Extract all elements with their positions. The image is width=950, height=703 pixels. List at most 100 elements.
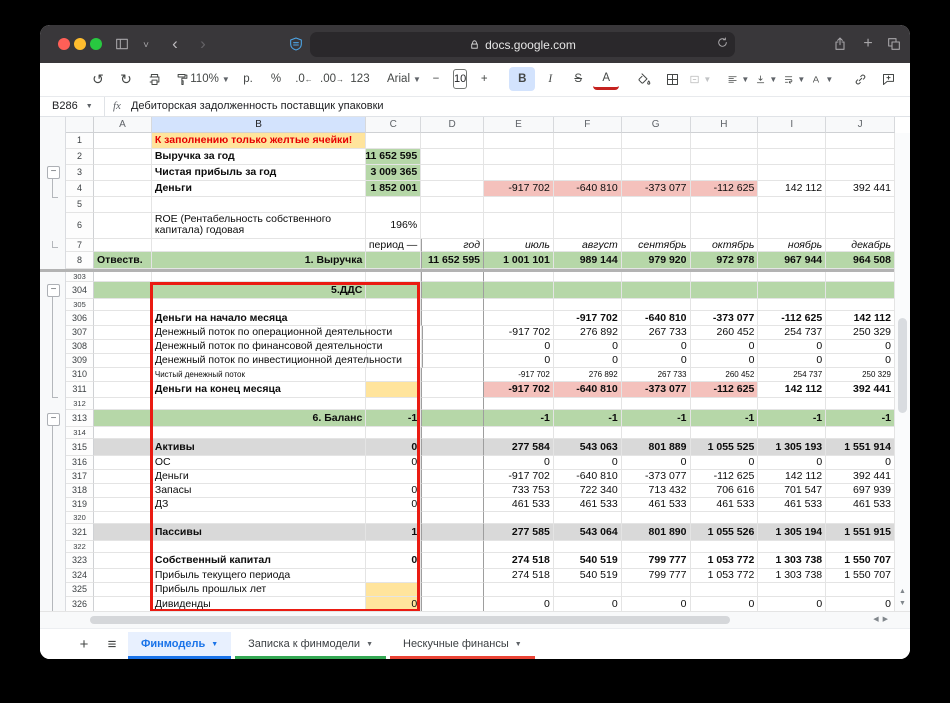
cell-E309[interactable]: 0 xyxy=(484,354,554,368)
row-header-310[interactable]: 310 xyxy=(66,368,94,382)
cell-I325[interactable] xyxy=(758,583,826,597)
cell-F324[interactable]: 540 519 xyxy=(554,569,622,583)
cell-A2[interactable] xyxy=(94,149,152,165)
cell-B321[interactable]: Пассивы xyxy=(152,524,366,541)
cell-G312[interactable] xyxy=(622,398,691,410)
cell-J7[interactable]: декабрь xyxy=(826,239,895,252)
column-header-F[interactable]: F xyxy=(554,117,622,133)
cell-C321[interactable]: 1 xyxy=(366,524,421,541)
cell-D316[interactable] xyxy=(421,456,484,470)
cell-H309[interactable]: 0 xyxy=(691,354,759,368)
cell-G323[interactable]: 799 777 xyxy=(622,553,691,569)
new-tab-icon[interactable]: + xyxy=(858,34,878,54)
cell-A6[interactable] xyxy=(94,213,152,239)
column-header-B[interactable]: B xyxy=(152,117,366,133)
cell-H313[interactable]: -1 xyxy=(691,410,759,427)
row-header-2[interactable]: 2 xyxy=(66,149,94,165)
cell-F307[interactable]: 276 892 xyxy=(554,326,622,340)
cell-F318[interactable]: 722 340 xyxy=(554,484,622,498)
cell-E306[interactable] xyxy=(484,311,554,326)
cell-B323[interactable]: Собственный капитал xyxy=(152,553,366,569)
cell-H3[interactable] xyxy=(691,165,759,181)
cell-H320[interactable] xyxy=(691,512,759,524)
cell-B303[interactable] xyxy=(152,272,366,282)
more-formats-button[interactable]: 123 xyxy=(347,67,373,91)
cell-H306[interactable]: -373 077 xyxy=(691,311,759,326)
row-header-324[interactable]: 324 xyxy=(66,569,94,583)
cell-J323[interactable]: 1 550 707 xyxy=(826,553,895,569)
row-header-303[interactable]: 303 xyxy=(66,272,94,282)
cell-I320[interactable] xyxy=(758,512,826,524)
row-header-7[interactable]: 7 xyxy=(66,239,94,252)
cell-F1[interactable] xyxy=(554,133,622,149)
cell-G322[interactable] xyxy=(622,541,691,553)
cell-H315[interactable]: 1 055 525 xyxy=(691,439,759,456)
cell-F3[interactable] xyxy=(554,165,622,181)
cell-E8[interactable]: 1 001 101 xyxy=(484,252,554,269)
horizontal-scrollbar-thumb[interactable] xyxy=(90,616,730,624)
cell-C323[interactable]: 0 xyxy=(366,553,421,569)
cell-G310[interactable]: 267 733 xyxy=(622,368,691,382)
row-header-307[interactable]: 307 xyxy=(66,326,94,340)
cell-C4[interactable]: 1 852 001 xyxy=(366,181,421,197)
scroll-down-icon[interactable]: ▼ xyxy=(899,600,906,607)
cell-D326[interactable] xyxy=(421,597,484,611)
column-header-I[interactable]: I xyxy=(758,117,826,133)
cell-A320[interactable] xyxy=(94,512,152,524)
column-header-A[interactable]: A xyxy=(94,117,152,133)
cell-B7[interactable] xyxy=(152,239,366,252)
name-box-dropdown-icon[interactable]: ▼ xyxy=(86,103,93,110)
cell-E324[interactable]: 274 518 xyxy=(484,569,554,583)
cell-E315[interactable]: 277 584 xyxy=(484,439,554,456)
font-size-input[interactable]: 10 xyxy=(453,69,467,89)
row-header-325[interactable]: 325 xyxy=(66,583,94,597)
cell-J305[interactable] xyxy=(826,299,895,311)
cell-H4[interactable]: -112 625 xyxy=(691,181,759,197)
cell-E303[interactable] xyxy=(484,272,554,282)
cell-F311[interactable]: -640 810 xyxy=(554,382,622,398)
cell-H1[interactable] xyxy=(691,133,759,149)
cell-J4[interactable]: 392 441 xyxy=(826,181,895,197)
cell-G305[interactable] xyxy=(622,299,691,311)
cell-F5[interactable] xyxy=(554,197,622,213)
cell-A319[interactable] xyxy=(94,498,152,512)
cell-A315[interactable] xyxy=(94,439,152,456)
cell-J317[interactable]: 392 441 xyxy=(826,470,895,484)
cell-F326[interactable]: 0 xyxy=(554,597,622,611)
borders-icon[interactable] xyxy=(659,67,685,91)
cell-I311[interactable]: 142 112 xyxy=(758,382,826,398)
cell-D3[interactable] xyxy=(421,165,484,181)
cell-J320[interactable] xyxy=(826,512,895,524)
cell-G319[interactable]: 461 533 xyxy=(622,498,691,512)
cell-H5[interactable] xyxy=(691,197,759,213)
cell-G313[interactable]: -1 xyxy=(622,410,691,427)
horizontal-scrollbar[interactable]: ◀▶ xyxy=(40,611,910,628)
cell-H307[interactable]: 260 452 xyxy=(691,326,759,340)
redo-icon[interactable]: ↻ xyxy=(113,67,139,91)
cell-G307[interactable]: 267 733 xyxy=(622,326,691,340)
merge-cells-icon[interactable]: ▼ xyxy=(687,67,713,91)
column-header-J[interactable]: J xyxy=(826,117,895,133)
fill-color-icon[interactable] xyxy=(631,67,657,91)
cell-G7[interactable]: сентябрь xyxy=(622,239,691,252)
cell-I317[interactable]: 142 112 xyxy=(758,470,826,484)
sidebar-toggle-icon[interactable] xyxy=(112,34,132,54)
italic-button[interactable]: I xyxy=(537,67,563,91)
zoom-select[interactable]: 110%▼ xyxy=(197,67,223,91)
cell-A324[interactable] xyxy=(94,569,152,583)
row-header-4[interactable]: 4 xyxy=(66,181,94,197)
cell-E319[interactable]: 461 533 xyxy=(484,498,554,512)
cell-J309[interactable]: 0 xyxy=(826,354,895,368)
cell-B1[interactable]: К заполнению только желтые ячейки! xyxy=(152,133,366,149)
forward-button[interactable]: › xyxy=(193,34,213,54)
tab-neskuchnye[interactable]: Нескучные финансы ▼ xyxy=(390,632,535,659)
row-header-322[interactable]: 322 xyxy=(66,541,94,553)
cell-A312[interactable] xyxy=(94,398,152,410)
row-header-8[interactable]: 8 xyxy=(66,252,94,269)
cell-B320[interactable] xyxy=(152,512,366,524)
cell-I305[interactable] xyxy=(758,299,826,311)
cell-A1[interactable] xyxy=(94,133,152,149)
cell-G3[interactable] xyxy=(622,165,691,181)
cell-E3[interactable] xyxy=(484,165,554,181)
cell-A318[interactable] xyxy=(94,484,152,498)
